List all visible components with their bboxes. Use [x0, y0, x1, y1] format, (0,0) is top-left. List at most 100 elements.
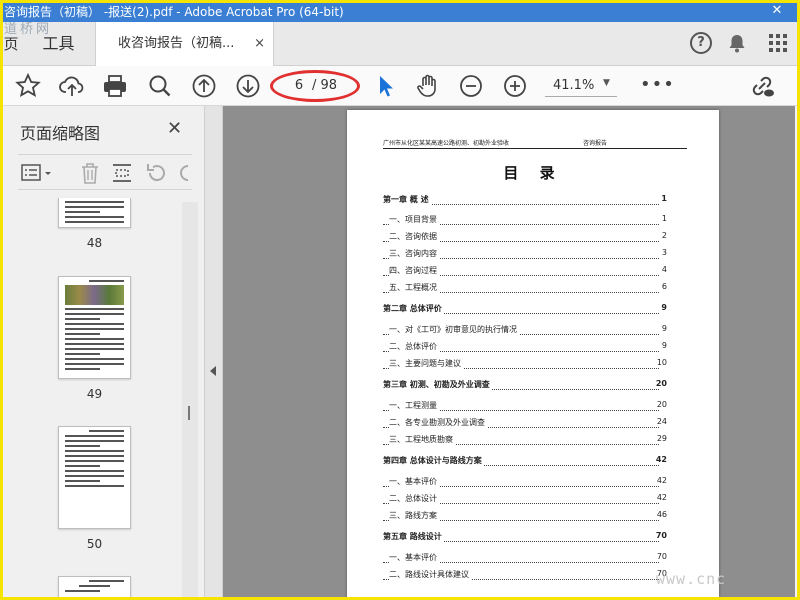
toc-entry-label: 一、基本评价	[389, 476, 439, 487]
bookmark-star-icon[interactable]	[14, 72, 42, 100]
toc-entry-label: 第五章 路线设计	[383, 531, 444, 542]
toc-chapter-row[interactable]: 第一章 概 述 1	[383, 194, 667, 208]
extract-pages-icon[interactable]	[110, 161, 134, 185]
panel-scrollbar[interactable]	[182, 202, 198, 600]
tab-close-button[interactable]: ×	[254, 22, 265, 66]
toc-section-row[interactable]: 三、工程地质勘察 29	[383, 434, 667, 448]
main-toolbar: 6 / 98 41.1% ▼ •••	[0, 66, 800, 106]
page-number-label: 49	[86, 387, 103, 401]
toc-page-number: 20	[654, 400, 667, 409]
watermark-logo: 道桥网	[4, 22, 53, 37]
zoom-in-icon[interactable]	[501, 72, 529, 100]
toc-chapter-row[interactable]: 第五章 路线设计 70	[383, 531, 667, 545]
page-thumbnail[interactable]	[58, 576, 131, 600]
toc-page-number: 10	[654, 358, 667, 367]
panel-collapse-handle[interactable]	[205, 106, 223, 600]
help-icon[interactable]: ?	[690, 32, 712, 54]
toc-section-row[interactable]: 三、主要问题与建议 10	[383, 358, 667, 372]
page-thumbnail[interactable]	[58, 276, 131, 379]
toc-page-number: 70	[653, 531, 667, 540]
page-thumbnail[interactable]	[58, 426, 131, 529]
toc-section-row[interactable]: 一、基本评价 42	[383, 476, 667, 490]
apps-grid-icon[interactable]	[768, 33, 788, 53]
scrollbar-thumb[interactable]	[188, 406, 190, 420]
print-icon[interactable]	[101, 72, 129, 100]
toc-page-number: 42	[654, 493, 667, 502]
toc-entry-label: 一、项目背景	[389, 214, 439, 225]
toc-section-row[interactable]: 二、各专业勘测及外业调查 24	[383, 417, 667, 431]
rotate-right-icon[interactable]	[176, 161, 192, 185]
next-page-icon[interactable]	[234, 72, 262, 100]
toc-page-number: 29	[654, 434, 667, 443]
collapse-arrow-icon[interactable]	[210, 366, 216, 376]
header-left-text: 广州市从化区某某高速公路初测、初勘外业验收	[383, 140, 510, 147]
toc-chapter-row[interactable]: 第三章 初测、初勘及外业调查 20	[383, 379, 667, 393]
toc-page-number: 20	[653, 379, 667, 388]
panel-toolbar	[18, 154, 192, 190]
toc-entry-label: 一、对《工可》初审意见的执行情况	[389, 324, 519, 335]
tab-document[interactable]: 收咨询报告（初稿... ×	[96, 22, 274, 67]
toc-section-row[interactable]: 三、路线方案 46	[383, 510, 667, 524]
thumbnail-options-icon[interactable]	[20, 161, 56, 185]
header-right-text: 咨询报告	[582, 140, 607, 147]
tab-bar: 页 工具 收咨询报告（初稿... × ?	[0, 22, 800, 67]
toc-page-number: 9	[659, 324, 667, 333]
bell-icon[interactable]	[726, 32, 748, 54]
toc-page-number: 9	[659, 341, 667, 350]
page-thumbnail[interactable]	[58, 198, 131, 228]
pdf-page: 广州市从化区某某高速公路初测、初勘外业验收 咨询报告 目 录 第一章 概 述1一…	[347, 110, 719, 600]
upload-cloud-icon[interactable]	[58, 72, 86, 100]
window-titlebar: 咨询报告（初稿） -报送(2).pdf - Adobe Acrobat Pro …	[0, 0, 800, 22]
toc-page-number: 1	[659, 194, 667, 203]
toc-page-number: 3	[659, 248, 667, 257]
panel-close-button[interactable]: ✕	[167, 118, 182, 139]
zoom-search-icon[interactable]	[146, 72, 174, 100]
hand-tool-icon[interactable]	[414, 72, 442, 100]
toc-entry-label: 一、工程测量	[389, 400, 439, 411]
page-thumbnails-panel: 页面缩略图 ✕ 48 49 50	[0, 106, 205, 600]
more-tools-icon[interactable]: •••	[640, 72, 674, 100]
page-number-label: 48	[86, 236, 103, 250]
toc-entry-label: 三、路线方案	[389, 510, 439, 521]
share-link-icon[interactable]	[748, 72, 776, 100]
toc-entry-label: 第一章 概 述	[383, 194, 431, 205]
document-viewer[interactable]: 广州市从化区某某高速公路初测、初勘外业验收 咨询报告 目 录 第一章 概 述1一…	[223, 106, 795, 600]
toc-section-row[interactable]: 五、工程概况 6	[383, 282, 667, 296]
delete-page-icon[interactable]	[78, 161, 102, 185]
window-close-button[interactable]: ✕	[754, 0, 800, 22]
thumbnail-photo	[65, 285, 124, 305]
toc-entry-label: 二、总体评价	[389, 341, 439, 352]
toc-chapter-row[interactable]: 第二章 总体评价 9	[383, 303, 667, 317]
toc-section-row[interactable]: 二、咨询依据 2	[383, 231, 667, 245]
chevron-down-icon[interactable]: ▼	[603, 78, 610, 88]
zoom-out-icon[interactable]	[457, 72, 485, 100]
toc-section-row[interactable]: 一、基本评价 70	[383, 552, 667, 566]
toc-chapter-row[interactable]: 第四章 总体设计与路线方案 42	[383, 455, 667, 469]
toc-entry-label: 第三章 初测、初勘及外业调查	[383, 379, 492, 390]
rotate-left-icon[interactable]	[144, 161, 168, 185]
toc-section-row[interactable]: 二、总体设计 42	[383, 493, 667, 507]
page-header: 广州市从化区某某高速公路初测、初勘外业验收 咨询报告	[383, 135, 687, 149]
toc-section-row[interactable]: 三、咨询内容 3	[383, 248, 667, 262]
toc-entry-label: 二、咨询依据	[389, 231, 439, 242]
tab-document-label: 收咨询报告（初稿...	[118, 36, 235, 51]
toc-entry-label: 二、总体设计	[389, 493, 439, 504]
page-number-label: 50	[86, 537, 103, 551]
toc-page-number: 6	[659, 282, 667, 291]
toc-section-row[interactable]: 二、总体评价 9	[383, 341, 667, 355]
toc-entry-label: 三、工程地质勘察	[389, 434, 455, 445]
toc-section-row[interactable]: 一、项目背景 1	[383, 214, 667, 228]
total-pages-label: / 98	[312, 78, 338, 93]
previous-page-icon[interactable]	[190, 72, 218, 100]
toc-section-row[interactable]: 四、咨询过程 4	[383, 265, 667, 279]
panel-title: 页面缩略图	[20, 124, 101, 143]
toc-section-row[interactable]: 二、路线设计具体建议 70	[383, 569, 667, 583]
toc-section-row[interactable]: 一、对《工可》初审意见的执行情况 9	[383, 324, 667, 338]
toc-page-number: 70	[654, 552, 667, 561]
toc-section-row[interactable]: 一、工程测量 20	[383, 400, 667, 414]
toc-entry-label: 三、咨询内容	[389, 248, 439, 259]
window-title: 咨询报告（初稿） -报送(2).pdf - Adobe Acrobat Pro …	[4, 5, 344, 19]
select-cursor-icon[interactable]	[372, 72, 400, 100]
toc-entry-label: 第四章 总体设计与路线方案	[383, 455, 484, 466]
toc-entry-label: 二、各专业勘测及外业调查	[389, 417, 487, 428]
